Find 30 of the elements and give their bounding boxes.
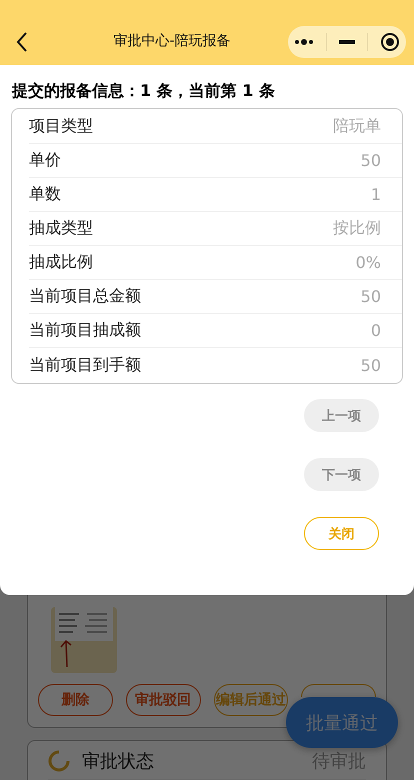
modal-heading: 提交的报备信息：1 条，当前第 1 条 (12, 81, 275, 102)
field-value: 陪玩单 (333, 116, 381, 137)
close-button[interactable]: 关闭 (304, 517, 379, 550)
loading-icon (48, 750, 70, 772)
delete-button[interactable]: 删除 (38, 684, 113, 716)
field-value: 50 (360, 287, 381, 306)
edit-approve-button[interactable]: 编辑后通过 (214, 684, 288, 716)
page-title: 审批中心-陪玩报备 (113, 33, 231, 49)
field-label: 项目类型 (29, 116, 93, 137)
field-label: 当前项目抽成额 (29, 320, 141, 341)
field-label: 抽成类型 (29, 218, 93, 239)
next-button[interactable]: 下一项 (304, 458, 379, 491)
more-icon[interactable] (294, 39, 314, 45)
field-value: 50 (360, 356, 381, 374)
field-label: 抽成比例 (29, 252, 93, 273)
back-icon[interactable] (16, 32, 28, 52)
field-label: 单数 (29, 184, 61, 205)
field-value: 50 (360, 151, 381, 170)
field-label: 当前项目到手额 (29, 354, 141, 376)
status-label: 审批状态 (82, 750, 154, 773)
prev-button[interactable]: 上一项 (304, 399, 379, 432)
field-value: 0% (356, 253, 381, 272)
field-label: 当前项目总金额 (29, 286, 141, 307)
field-label: 单价 (29, 150, 61, 171)
batch-approve-button[interactable]: 批量通过 (286, 697, 398, 748)
field-value: 按比例 (333, 218, 381, 239)
field-value: 1 (370, 185, 381, 204)
reject-button[interactable]: 审批驳回 (126, 684, 200, 716)
field-value: 0 (370, 321, 381, 340)
close-icon[interactable] (380, 32, 400, 52)
